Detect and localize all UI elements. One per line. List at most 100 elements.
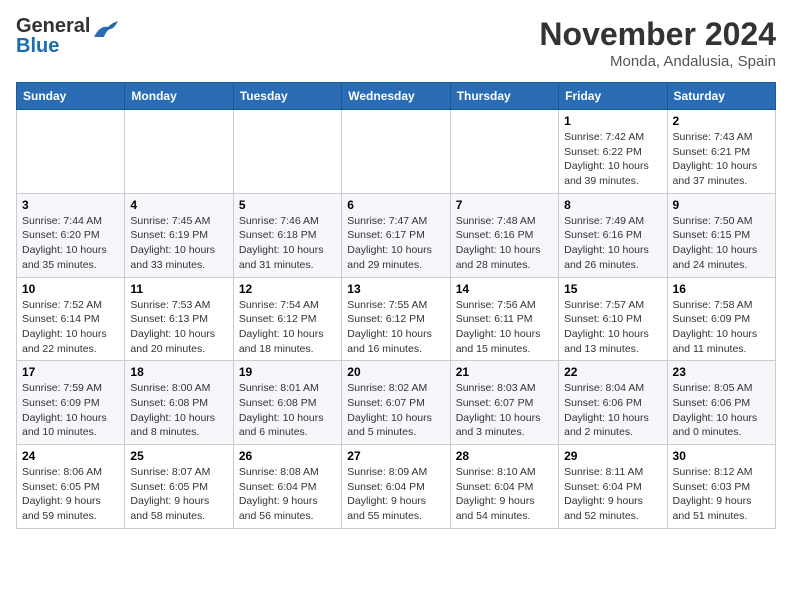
day-number: 19 bbox=[239, 365, 336, 379]
day-number: 26 bbox=[239, 449, 336, 463]
day-number: 8 bbox=[564, 198, 661, 212]
day-info: Sunrise: 7:54 AM Sunset: 6:12 PM Dayligh… bbox=[239, 298, 336, 357]
calendar-cell: 17 Sunrise: 7:59 AM Sunset: 6:09 PM Dayli… bbox=[17, 361, 125, 445]
calendar-cell: 14 Sunrise: 7:56 AM Sunset: 6:11 PM Dayli… bbox=[450, 277, 558, 361]
calendar-table: SundayMondayTuesdayWednesdayThursdayFrid… bbox=[16, 82, 776, 529]
calendar-header-row: SundayMondayTuesdayWednesdayThursdayFrid… bbox=[17, 83, 776, 110]
calendar-cell bbox=[233, 110, 341, 194]
day-number: 13 bbox=[347, 282, 444, 296]
calendar-week-row: 10Sunrise: 7:52 AM Sunset: 6:14 PM Dayli… bbox=[17, 277, 776, 361]
day-info: Sunrise: 8:10 AM Sunset: 6:04 PM Dayligh… bbox=[456, 465, 553, 524]
day-info: Sunrise: 8:07 AM Sunset: 6:05 PM Dayligh… bbox=[130, 465, 227, 524]
calendar-cell: 23 Sunrise: 8:05 AM Sunset: 6:06 PM Dayli… bbox=[667, 361, 775, 445]
day-info: Sunrise: 8:03 AM Sunset: 6:07 PM Dayligh… bbox=[456, 381, 553, 440]
calendar-cell: 6Sunrise: 7:47 AM Sunset: 6:17 PM Daylig… bbox=[342, 193, 450, 277]
day-info: Sunrise: 8:11 AM Sunset: 6:04 PM Dayligh… bbox=[564, 465, 661, 524]
day-info: Sunrise: 7:57 AM Sunset: 6:10 PM Dayligh… bbox=[564, 298, 661, 357]
day-number: 4 bbox=[130, 198, 227, 212]
day-number: 21 bbox=[456, 365, 553, 379]
day-info: Sunrise: 8:09 AM Sunset: 6:04 PM Dayligh… bbox=[347, 465, 444, 524]
day-number: 20 bbox=[347, 365, 444, 379]
day-number: 9 bbox=[673, 198, 770, 212]
calendar-cell: 12 Sunrise: 7:54 AM Sunset: 6:12 PM Dayli… bbox=[233, 277, 341, 361]
day-info: Sunrise: 8:02 AM Sunset: 6:07 PM Dayligh… bbox=[347, 381, 444, 440]
calendar-cell bbox=[450, 110, 558, 194]
day-info: Sunrise: 7:49 AM Sunset: 6:16 PM Dayligh… bbox=[564, 214, 661, 273]
day-info: Sunrise: 8:12 AM Sunset: 6:03 PM Dayligh… bbox=[673, 465, 770, 524]
day-info: Sunrise: 7:55 AM Sunset: 6:12 PM Dayligh… bbox=[347, 298, 444, 357]
page-header: General Blue November 2024 Monda, Andalu… bbox=[16, 16, 776, 70]
logo-bird-icon bbox=[92, 19, 120, 46]
day-info: Sunrise: 7:56 AM Sunset: 6:11 PM Dayligh… bbox=[456, 298, 553, 357]
logo-text: General Blue bbox=[16, 16, 90, 56]
day-info: Sunrise: 7:48 AM Sunset: 6:16 PM Dayligh… bbox=[456, 214, 553, 273]
day-info: Sunrise: 7:45 AM Sunset: 6:19 PM Dayligh… bbox=[130, 214, 227, 273]
calendar-cell: 22 Sunrise: 8:04 AM Sunset: 6:06 PM Dayli… bbox=[559, 361, 667, 445]
day-info: Sunrise: 7:44 AM Sunset: 6:20 PM Dayligh… bbox=[22, 214, 119, 273]
calendar-cell: 30 Sunrise: 8:12 AM Sunset: 6:03 PM Dayli… bbox=[667, 445, 775, 529]
calendar-header-thursday: Thursday bbox=[450, 83, 558, 110]
calendar-cell: 18 Sunrise: 8:00 AM Sunset: 6:08 PM Dayli… bbox=[125, 361, 233, 445]
day-number: 22 bbox=[564, 365, 661, 379]
day-info: Sunrise: 7:52 AM Sunset: 6:14 PM Dayligh… bbox=[22, 298, 119, 357]
calendar-cell: 4 Sunrise: 7:45 AM Sunset: 6:19 PM Daylig… bbox=[125, 193, 233, 277]
day-info: Sunrise: 8:00 AM Sunset: 6:08 PM Dayligh… bbox=[130, 381, 227, 440]
calendar-cell: 28Sunrise: 8:10 AM Sunset: 6:04 PM Dayli… bbox=[450, 445, 558, 529]
day-number: 1 bbox=[564, 114, 661, 128]
day-info: Sunrise: 8:06 AM Sunset: 6:05 PM Dayligh… bbox=[22, 465, 119, 524]
calendar-cell: 5Sunrise: 7:46 AM Sunset: 6:18 PM Daylig… bbox=[233, 193, 341, 277]
calendar-header-friday: Friday bbox=[559, 83, 667, 110]
day-info: Sunrise: 7:47 AM Sunset: 6:17 PM Dayligh… bbox=[347, 214, 444, 273]
calendar-cell: 27 Sunrise: 8:09 AM Sunset: 6:04 PM Dayli… bbox=[342, 445, 450, 529]
day-number: 11 bbox=[130, 282, 227, 296]
calendar-cell bbox=[342, 110, 450, 194]
day-number: 16 bbox=[673, 282, 770, 296]
day-info: Sunrise: 8:04 AM Sunset: 6:06 PM Dayligh… bbox=[564, 381, 661, 440]
calendar-week-row: 24 Sunrise: 8:06 AM Sunset: 6:05 PM Dayli… bbox=[17, 445, 776, 529]
calendar-week-row: 1 Sunrise: 7:42 AM Sunset: 6:22 PM Daylig… bbox=[17, 110, 776, 194]
day-number: 15 bbox=[564, 282, 661, 296]
day-info: Sunrise: 7:59 AM Sunset: 6:09 PM Dayligh… bbox=[22, 381, 119, 440]
day-number: 30 bbox=[673, 449, 770, 463]
calendar-header-tuesday: Tuesday bbox=[233, 83, 341, 110]
day-number: 14 bbox=[456, 282, 553, 296]
calendar-cell: 21 Sunrise: 8:03 AM Sunset: 6:07 PM Dayli… bbox=[450, 361, 558, 445]
calendar-cell: 15 Sunrise: 7:57 AM Sunset: 6:10 PM Dayli… bbox=[559, 277, 667, 361]
day-info: Sunrise: 8:08 AM Sunset: 6:04 PM Dayligh… bbox=[239, 465, 336, 524]
day-info: Sunrise: 7:42 AM Sunset: 6:22 PM Dayligh… bbox=[564, 130, 661, 189]
day-number: 25 bbox=[130, 449, 227, 463]
calendar-cell: 8 Sunrise: 7:49 AM Sunset: 6:16 PM Daylig… bbox=[559, 193, 667, 277]
day-number: 23 bbox=[673, 365, 770, 379]
day-number: 17 bbox=[22, 365, 119, 379]
calendar-cell: 20 Sunrise: 8:02 AM Sunset: 6:07 PM Dayli… bbox=[342, 361, 450, 445]
day-number: 24 bbox=[22, 449, 119, 463]
calendar-cell: 25 Sunrise: 8:07 AM Sunset: 6:05 PM Dayli… bbox=[125, 445, 233, 529]
calendar-cell bbox=[125, 110, 233, 194]
day-info: Sunrise: 8:05 AM Sunset: 6:06 PM Dayligh… bbox=[673, 381, 770, 440]
calendar-cell: 9 Sunrise: 7:50 AM Sunset: 6:15 PM Daylig… bbox=[667, 193, 775, 277]
logo-general: General bbox=[16, 16, 90, 36]
calendar-cell: 11Sunrise: 7:53 AM Sunset: 6:13 PM Dayli… bbox=[125, 277, 233, 361]
day-info: Sunrise: 7:46 AM Sunset: 6:18 PM Dayligh… bbox=[239, 214, 336, 273]
day-info: Sunrise: 7:58 AM Sunset: 6:09 PM Dayligh… bbox=[673, 298, 770, 357]
calendar-cell: 19Sunrise: 8:01 AM Sunset: 6:08 PM Dayli… bbox=[233, 361, 341, 445]
calendar-cell bbox=[17, 110, 125, 194]
day-number: 12 bbox=[239, 282, 336, 296]
day-number: 3 bbox=[22, 198, 119, 212]
calendar-cell: 29 Sunrise: 8:11 AM Sunset: 6:04 PM Dayli… bbox=[559, 445, 667, 529]
calendar-header-monday: Monday bbox=[125, 83, 233, 110]
calendar-cell: 7 Sunrise: 7:48 AM Sunset: 6:16 PM Daylig… bbox=[450, 193, 558, 277]
calendar-cell: 16 Sunrise: 7:58 AM Sunset: 6:09 PM Dayli… bbox=[667, 277, 775, 361]
calendar-cell: 2Sunrise: 7:43 AM Sunset: 6:21 PM Daylig… bbox=[667, 110, 775, 194]
calendar-cell: 13 Sunrise: 7:55 AM Sunset: 6:12 PM Dayli… bbox=[342, 277, 450, 361]
day-number: 29 bbox=[564, 449, 661, 463]
day-number: 18 bbox=[130, 365, 227, 379]
day-number: 7 bbox=[456, 198, 553, 212]
calendar-cell: 26 Sunrise: 8:08 AM Sunset: 6:04 PM Dayli… bbox=[233, 445, 341, 529]
calendar-cell: 1 Sunrise: 7:42 AM Sunset: 6:22 PM Daylig… bbox=[559, 110, 667, 194]
calendar-header-sunday: Sunday bbox=[17, 83, 125, 110]
day-info: Sunrise: 7:50 AM Sunset: 6:15 PM Dayligh… bbox=[673, 214, 770, 273]
logo-blue: Blue bbox=[16, 36, 90, 56]
day-number: 27 bbox=[347, 449, 444, 463]
calendar-cell: 24 Sunrise: 8:06 AM Sunset: 6:05 PM Dayli… bbox=[17, 445, 125, 529]
